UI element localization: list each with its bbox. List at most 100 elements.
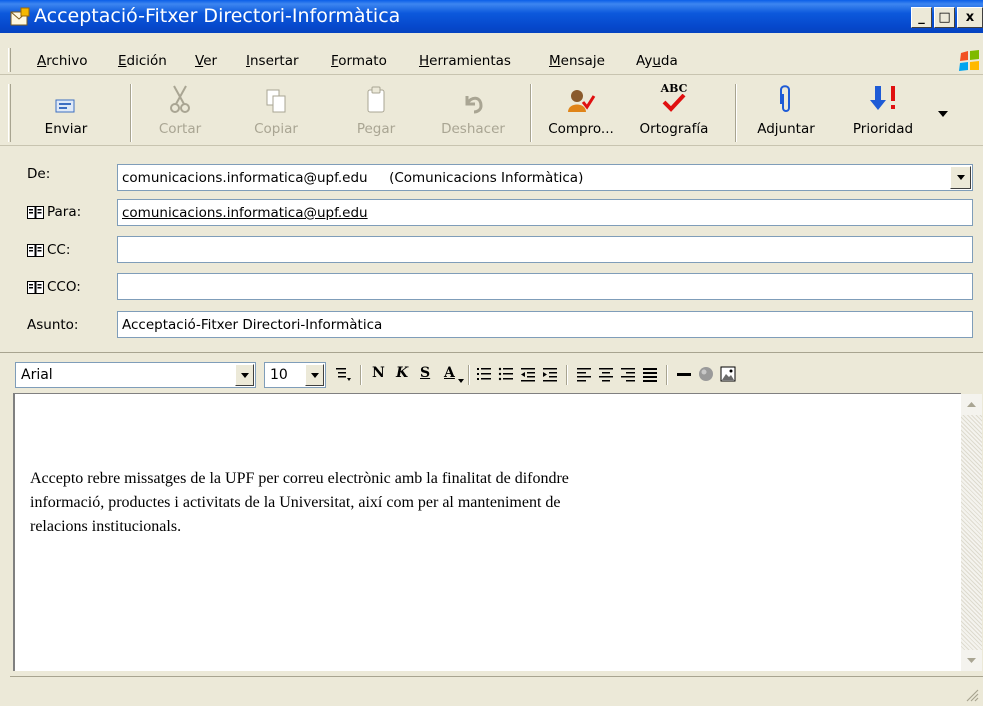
menu-formato[interactable]: Formato [331, 53, 387, 69]
formatting-toolbar: Arial 10 N K S A [0, 352, 983, 394]
format-separator [468, 365, 470, 385]
body-line: relacions institucionals. [30, 518, 182, 535]
body-text: Accepto rebre missatges de la UPF per co… [30, 467, 790, 539]
resize-grip-icon[interactable] [965, 688, 979, 702]
menu-insertar[interactable]: Insertar [246, 53, 299, 69]
format-separator [360, 365, 362, 385]
address-book-icon [27, 243, 44, 257]
insert-picture-icon[interactable] [720, 366, 736, 382]
windows-logo-icon [959, 50, 979, 71]
cc-field[interactable] [117, 236, 973, 263]
paste-icon [367, 86, 385, 113]
font-size-select[interactable]: 10 [264, 362, 326, 388]
underline-button[interactable]: S [420, 365, 430, 381]
menubar-grip[interactable] [8, 48, 11, 72]
menu-archivo[interactable]: Archivo [37, 53, 87, 69]
maximize-button[interactable]: □ [934, 7, 955, 28]
toolbar-grip[interactable] [8, 84, 11, 142]
minimize-button[interactable]: _ [911, 7, 932, 28]
to-label-button[interactable]: Para: [27, 204, 81, 220]
to-value: comunicacions.informatica@upf.edu [122, 205, 368, 221]
font-select[interactable]: Arial [15, 362, 256, 388]
from-label: De: [27, 166, 51, 182]
attach-button[interactable]: Adjuntar [750, 80, 822, 146]
bold-button[interactable]: N [372, 365, 385, 381]
copy-icon [266, 89, 286, 113]
cc-label: CC: [47, 242, 71, 258]
chevron-down-icon [458, 379, 464, 383]
format-separator [566, 365, 568, 385]
new-message-icon [10, 7, 30, 26]
from-value: comunicacions.informatica@upf.edu (Comun… [122, 170, 584, 186]
from-dropdown-button[interactable] [950, 166, 971, 189]
chevron-down-icon [240, 372, 249, 378]
italic-button[interactable]: K [396, 365, 408, 381]
send-button[interactable]: Enviar [40, 80, 92, 146]
close-button[interactable]: x [957, 7, 983, 28]
address-book-icon [27, 280, 44, 294]
menu-ver[interactable]: Ver [195, 53, 217, 69]
copy-button[interactable]: Copiar [244, 80, 308, 146]
window-title: Acceptació-Fitxer Directori-Informàtica [34, 5, 401, 27]
body-line: informació, productes i activitats de la… [30, 494, 561, 511]
increase-indent-icon[interactable] [542, 366, 558, 382]
font-dropdown-button[interactable] [235, 364, 254, 386]
spelling-button[interactable]: ABC Ortografía [634, 80, 714, 146]
scroll-down-button[interactable] [961, 650, 982, 671]
paperclip-icon [780, 85, 790, 112]
decrease-indent-icon[interactable] [520, 366, 536, 382]
message-body[interactable]: Accepto rebre missatges de la UPF per co… [13, 393, 961, 671]
check-names-button[interactable]: Compro... [540, 80, 622, 146]
title-bar[interactable]: Acceptació-Fitxer Directori-Informàtica … [0, 0, 983, 33]
scroll-up-button[interactable] [961, 394, 982, 415]
to-label: Para: [47, 204, 82, 220]
menu-edicion[interactable]: Edición [118, 53, 167, 69]
align-left-icon[interactable] [576, 366, 592, 382]
chevron-up-icon [967, 402, 976, 407]
menu-herramientas[interactable]: Herramientas [419, 53, 511, 69]
justify-icon[interactable] [642, 366, 658, 382]
send-icon [55, 99, 75, 113]
subject-field[interactable]: Acceptació-Fitxer Directori-Informàtica [117, 311, 973, 338]
toolbar-separator [530, 84, 532, 142]
address-book-icon [27, 205, 44, 219]
spelling-abc-text: ABC [660, 81, 688, 95]
body-line: Accepto rebre missatges de la UPF per co… [30, 470, 569, 487]
toolbar-overflow-chevron-icon[interactable] [938, 111, 948, 117]
undo-button[interactable]: Deshacer [435, 80, 511, 146]
align-right-icon[interactable] [620, 366, 636, 382]
hyperlink-icon[interactable] [698, 366, 714, 382]
paragraph-style-icon[interactable] [335, 366, 351, 382]
bcc-field[interactable] [117, 273, 973, 300]
subject-label: Asunto: [27, 317, 79, 333]
menu-ayuda[interactable]: Ayuda [636, 53, 678, 69]
check-names-icon [568, 90, 596, 112]
bcc-label: CCO: [47, 279, 81, 295]
size-dropdown-button[interactable] [305, 364, 324, 386]
spelling-check-icon [662, 93, 686, 112]
numbered-list-icon[interactable] [476, 366, 492, 382]
to-field[interactable]: comunicacions.informatica@upf.edu [117, 199, 973, 226]
toolbar: Enviar Cortar Copiar Pegar Deshacer Comp… [0, 80, 983, 146]
paste-button[interactable]: Pegar [344, 80, 408, 146]
font-color-button[interactable]: A [444, 365, 455, 381]
undo-icon [465, 96, 483, 114]
toolbar-separator [130, 84, 132, 142]
align-center-icon[interactable] [598, 366, 614, 382]
chevron-down-icon [967, 658, 976, 663]
menu-mensaje[interactable]: Mensaje [549, 53, 605, 69]
subject-value: Acceptació-Fitxer Directori-Informàtica [122, 317, 383, 333]
toolbar-separator [735, 84, 737, 142]
menu-bar: Archivo Edición Ver Insertar Formato Her… [0, 45, 983, 75]
format-separator [666, 365, 668, 385]
bullet-list-icon[interactable] [498, 366, 514, 382]
cc-label-button[interactable]: CC: [27, 242, 70, 258]
from-field[interactable]: comunicacions.informatica@upf.edu (Comun… [117, 164, 973, 191]
chevron-down-icon [310, 372, 319, 378]
priority-button[interactable]: Prioridad [843, 80, 923, 146]
status-bar [10, 676, 983, 706]
bcc-label-button[interactable]: CCO: [27, 279, 81, 295]
cut-button[interactable]: Cortar [148, 80, 212, 146]
horizontal-line-icon[interactable] [676, 366, 692, 382]
vertical-scrollbar[interactable] [961, 394, 982, 671]
